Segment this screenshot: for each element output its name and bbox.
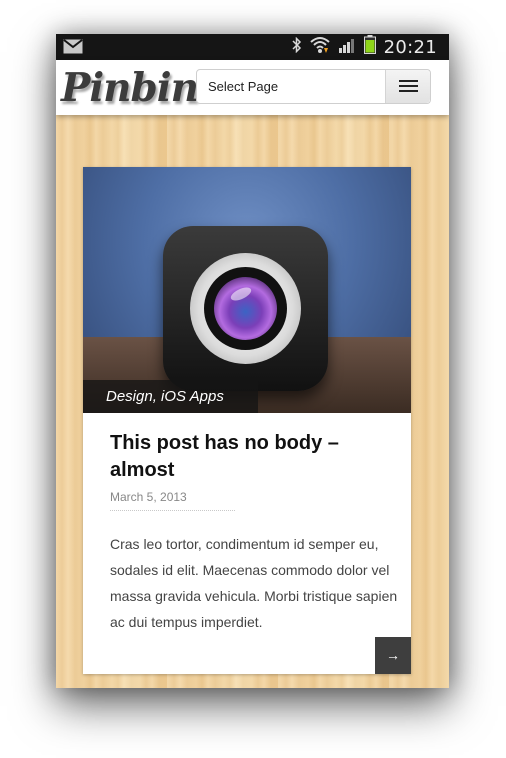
wifi-icon	[309, 36, 330, 59]
page-select[interactable]: Select Page	[196, 69, 431, 104]
site-header: Pinbin Select Page	[56, 60, 449, 115]
bluetooth-icon	[292, 36, 302, 58]
hamburger-icon-line	[399, 85, 418, 87]
battery-icon	[363, 35, 376, 59]
hamburger-icon-line	[399, 90, 418, 92]
hamburger-menu-button[interactable]	[385, 70, 430, 103]
hamburger-icon-line	[399, 80, 418, 82]
gmail-icon	[63, 39, 83, 54]
post-title[interactable]: This post has no body – almost	[110, 430, 370, 484]
status-time: 20:21	[383, 36, 437, 58]
post-excerpt: Cras leo tortor, condimentum id semper e…	[110, 536, 398, 630]
post-date: March 5, 2013	[110, 490, 187, 504]
page-select-label: Select Page	[208, 79, 279, 94]
category-links[interactable]: Design, iOS Apps	[106, 388, 224, 405]
signal-icon	[338, 37, 356, 58]
phone-screen: 20:21 Pinbin Select Page Design, iOS App…	[56, 34, 449, 688]
camera-app-icon	[163, 226, 328, 391]
status-bar: 20:21	[56, 34, 449, 60]
post-featured-image[interactable]: Design, iOS Apps	[83, 167, 411, 413]
category-tag[interactable]: Design, iOS Apps	[83, 380, 258, 413]
post-card: Design, iOS Apps This post has no body –…	[83, 167, 411, 674]
camera-lens-icon	[190, 253, 301, 364]
read-more-arrow-button[interactable]: →	[375, 637, 411, 674]
divider	[110, 510, 235, 511]
site-logo[interactable]: Pinbin	[61, 65, 199, 111]
